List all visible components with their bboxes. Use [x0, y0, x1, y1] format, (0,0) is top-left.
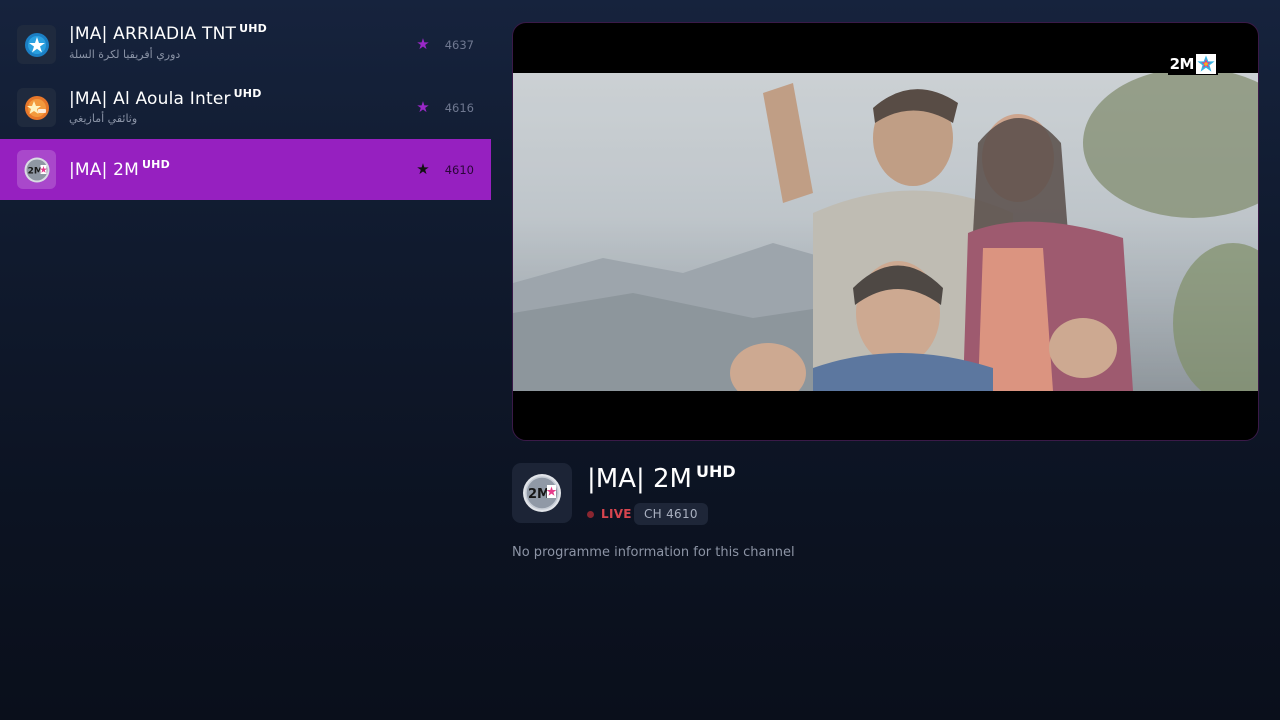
channel-list: |MA| ARRIADIA TNT UHD دوري أفريقيا لكرة ا… [0, 0, 491, 720]
favorite-star-icon[interactable]: ★ [414, 161, 432, 179]
channel-title: |MA| 2M UHD [587, 462, 736, 494]
channel-name: |MA| Al Aoula Inter UHD [69, 87, 262, 109]
channel-bug-text: 2M [1169, 54, 1195, 73]
favorite-star-icon[interactable]: ★ [414, 36, 432, 54]
arriadia-logo-icon [17, 25, 56, 64]
channel-row-arriadia[interactable]: |MA| ARRIADIA TNT UHD دوري أفريقيا لكرة ا… [0, 14, 491, 75]
channel-name: |MA| ARRIADIA TNT UHD [69, 22, 267, 44]
uhd-badge: UHD [142, 158, 170, 171]
al-aoula-logo-icon [17, 88, 56, 127]
epg-message: No programme information for this channe… [512, 545, 795, 560]
uhd-badge: UHD [233, 87, 262, 100]
channel-number: 4616 [444, 100, 474, 115]
channel-row-al-aoula[interactable]: |MA| Al Aoula Inter UHD وثائقي أمازيغي ★ … [0, 77, 491, 138]
channel-number: 4637 [444, 37, 474, 52]
svg-text:2M: 2M [528, 487, 550, 502]
video-player[interactable]: 2M [512, 22, 1259, 441]
channel-programme: وثائقي أمازيغي [69, 112, 138, 125]
uhd-badge: UHD [695, 462, 736, 481]
live-indicator-icon [587, 511, 594, 518]
2m-logo-icon: 2M [17, 150, 56, 189]
2m-logo-icon: 2M [512, 463, 572, 523]
channel-number: 4610 [444, 162, 474, 177]
live-label: LIVE [601, 507, 632, 521]
channel-bug: 2M [1167, 52, 1218, 75]
channel-number-chip: CH 4610 [634, 503, 708, 525]
video-frame [513, 73, 1258, 391]
channel-programme: دوري أفريقيا لكرة السلة [69, 48, 181, 61]
video-scene-image [513, 73, 1258, 391]
favorite-star-icon[interactable]: ★ [414, 99, 432, 117]
uhd-badge: UHD [239, 22, 267, 35]
channel-row-2m[interactable]: 2M |MA| 2M UHD ★ 4610 [0, 139, 491, 200]
channel-name: |MA| 2M UHD [69, 158, 170, 180]
2m-star-icon [1196, 53, 1216, 74]
